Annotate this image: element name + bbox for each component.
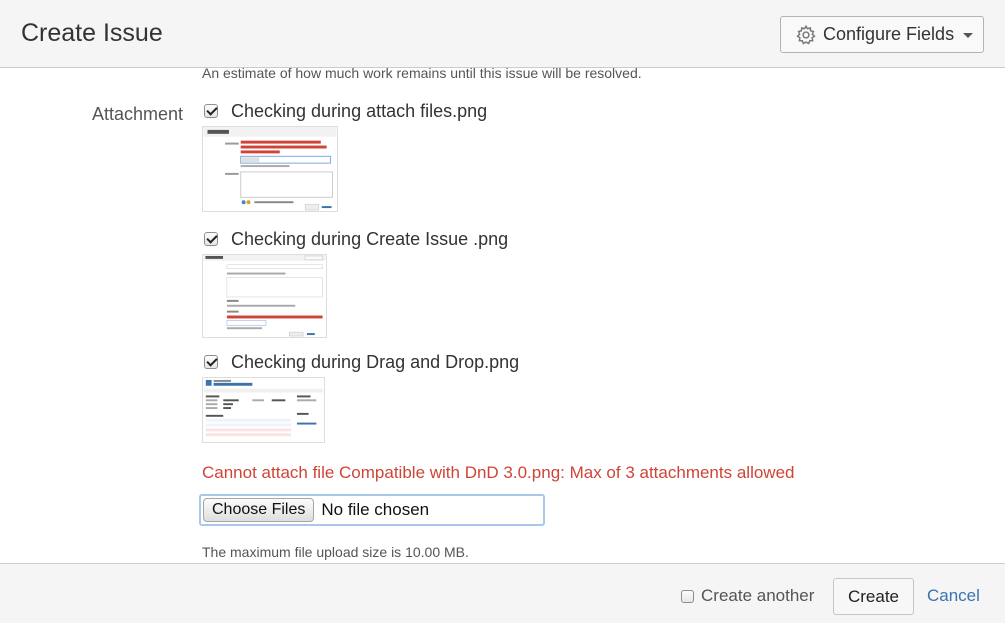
dialog-header: Create Issue Configure Fields [0, 0, 1005, 68]
configure-fields-button[interactable]: Configure Fields [780, 16, 984, 53]
attachment-thumbnail[interactable] [202, 126, 338, 212]
create-another-checkbox[interactable] [681, 589, 694, 603]
dialog-content[interactable]: An estimate of how much work remains unt… [0, 68, 1005, 563]
create-another-label: Create another [701, 586, 815, 605]
attachment-item: Checking during Create Issue .png [202, 228, 508, 338]
choose-files-button[interactable]: Choose Files [203, 498, 315, 522]
attachment-thumbnail[interactable] [202, 377, 325, 443]
chevron-down-icon [963, 33, 974, 38]
attachment-checkbox[interactable] [204, 104, 218, 118]
gear-icon [796, 24, 816, 44]
attachment-checkbox[interactable] [204, 232, 218, 246]
file-upload-input[interactable]: Choose Files No file chosen [199, 494, 545, 526]
create-another-option[interactable]: Create another [681, 586, 814, 606]
file-input-status: No file chosen [321, 500, 430, 519]
attachment-field-label: Attachment [92, 104, 184, 124]
configure-fields-label: Configure Fields [823, 24, 955, 44]
attachment-filename: Checking during Create Issue .png [231, 228, 509, 249]
estimate-help-text: An estimate of how much work remains unt… [202, 68, 642, 81]
max-upload-size-note: The maximum file upload size is 10.00 MB… [202, 544, 469, 560]
attachment-item: Checking during Drag and Drop.png [202, 351, 519, 443]
attachment-filename: Checking during attach files.png [231, 100, 488, 121]
dialog-title: Create Issue [21, 19, 163, 47]
attachment-checkbox[interactable] [204, 355, 218, 369]
attachment-thumbnail[interactable] [202, 254, 327, 338]
create-button[interactable]: Create [833, 578, 914, 615]
cancel-link[interactable]: Cancel [927, 586, 980, 606]
attachment-error-message: Cannot attach file Compatible with DnD 3… [202, 463, 795, 482]
attachment-filename: Checking during Drag and Drop.png [231, 351, 520, 372]
dialog-footer: Create another Create Cancel [0, 563, 1005, 623]
attachment-item: Checking during attach files.png [202, 100, 487, 212]
